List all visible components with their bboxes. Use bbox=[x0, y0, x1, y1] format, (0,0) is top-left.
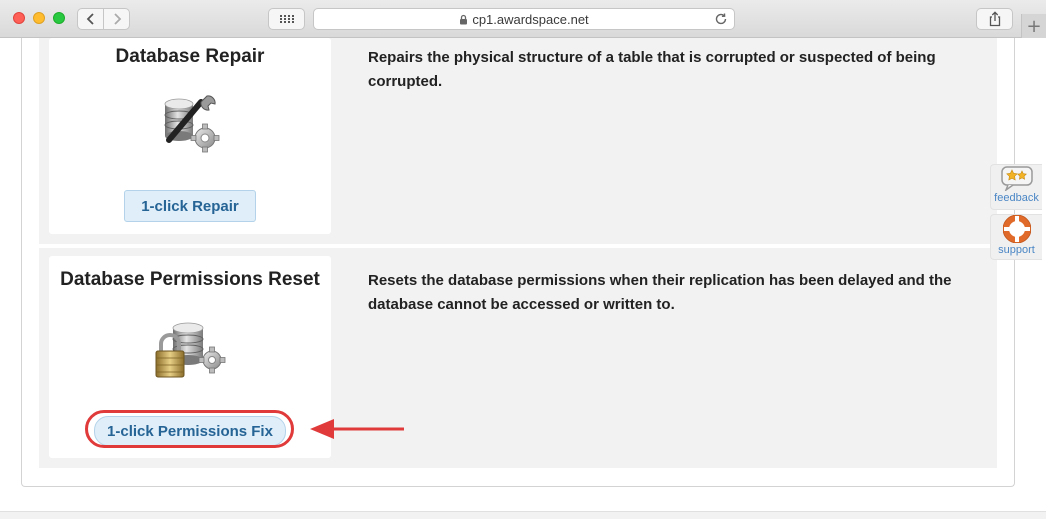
minimize-window-button[interactable] bbox=[33, 12, 45, 24]
database-wrench-icon bbox=[157, 90, 223, 161]
back-button[interactable] bbox=[78, 9, 103, 29]
share-icon bbox=[989, 11, 1000, 27]
database-repair-description: Repairs the physical structure of a tabl… bbox=[368, 49, 936, 90]
annotation-highlight-circle bbox=[85, 410, 294, 448]
close-window-button[interactable] bbox=[13, 12, 25, 24]
support-label: support bbox=[998, 244, 1035, 256]
share-button[interactable] bbox=[976, 8, 1013, 30]
database-lock-icon bbox=[152, 318, 228, 385]
feedback-stars-icon bbox=[1000, 166, 1033, 191]
chevron-right-icon bbox=[113, 13, 121, 25]
database-permissions-reset-title: Database Permissions Reset bbox=[60, 269, 320, 290]
database-repair-title: Database Repair bbox=[115, 46, 265, 67]
database-repair-section: Database Repair 1-click Repair Repairs t… bbox=[39, 38, 997, 244]
browser-toolbar: cp1.awardspace.net + bbox=[0, 0, 1046, 38]
annotation-arrow-icon bbox=[310, 419, 404, 439]
database-repair-card: Database Repair 1-click Repair bbox=[49, 38, 331, 234]
zoom-window-button[interactable] bbox=[53, 12, 65, 24]
lifebuoy-icon bbox=[1002, 215, 1031, 243]
new-tab-button[interactable]: + bbox=[1021, 14, 1046, 38]
one-click-repair-button[interactable]: 1-click Repair bbox=[124, 190, 256, 222]
feedback-tab[interactable]: feedback bbox=[990, 164, 1042, 210]
forward-button[interactable] bbox=[103, 9, 129, 29]
database-permissions-reset-description: Resets the database permissions when the… bbox=[368, 272, 952, 313]
reload-icon[interactable] bbox=[715, 12, 728, 29]
address-bar[interactable]: cp1.awardspace.net bbox=[313, 8, 735, 30]
plus-icon: + bbox=[1026, 15, 1042, 37]
support-tab[interactable]: support bbox=[990, 214, 1042, 260]
tab-overview-button[interactable] bbox=[268, 8, 305, 30]
navigation-buttons bbox=[77, 8, 130, 30]
page-bottom-strip bbox=[0, 511, 1046, 519]
chevron-left-icon bbox=[86, 13, 94, 25]
url-text: cp1.awardspace.net bbox=[472, 11, 589, 27]
grid-icon bbox=[279, 15, 294, 23]
lock-icon bbox=[459, 14, 468, 25]
feedback-label: feedback bbox=[994, 192, 1039, 204]
